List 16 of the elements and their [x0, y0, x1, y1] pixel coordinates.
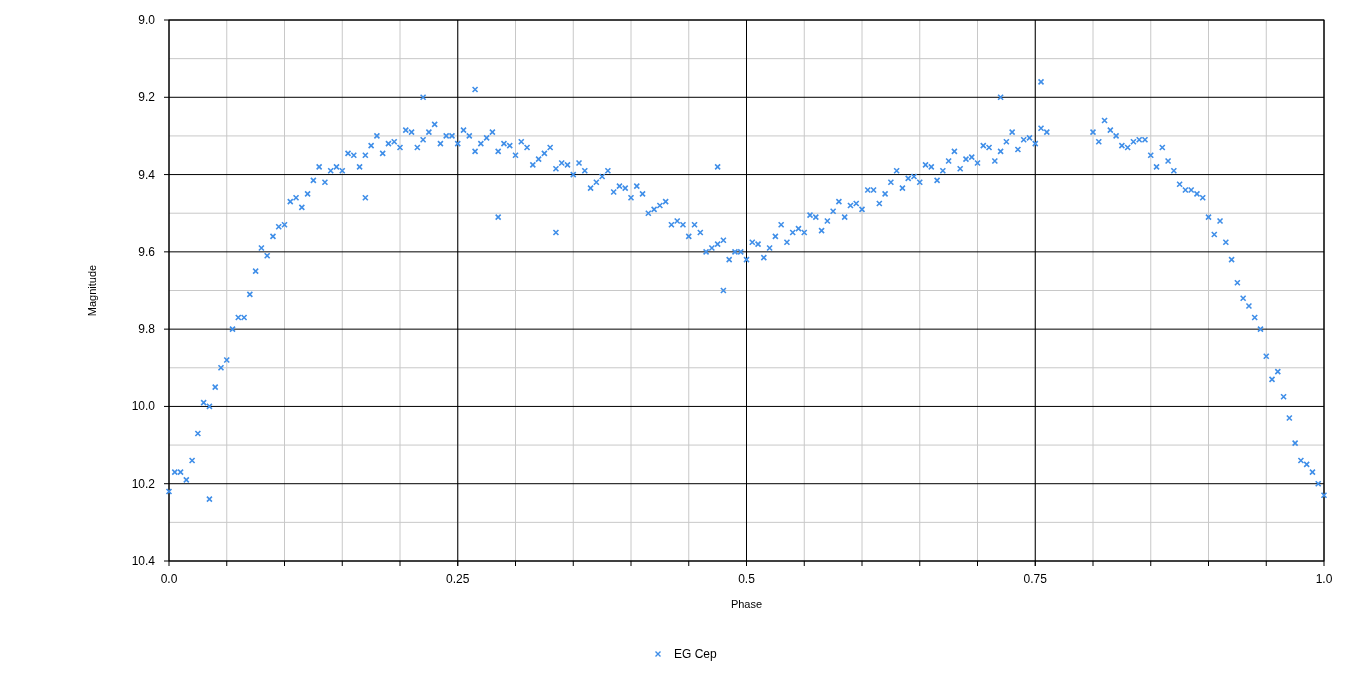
axis-tick-label: 0.0	[160, 572, 178, 586]
axis-tick-label: 0.5	[738, 572, 755, 586]
axis-tick-label: 1.0	[1315, 572, 1333, 586]
x-axis-title: Phase	[730, 598, 763, 610]
axis-tick-label: 0.25	[446, 572, 470, 586]
axis-tick-label: 9.0	[138, 13, 155, 27]
axis-tick-label: 9.8	[138, 322, 155, 337]
axis-tick-label: 9.4	[138, 167, 155, 182]
axis-tick-label: 10.4	[131, 554, 155, 568]
y-axis-title: Magnitude	[86, 264, 98, 317]
axis-tick-label: 0.75	[1023, 572, 1047, 586]
axis-tick-label: 10.2	[131, 476, 155, 491]
axis-tick-label: 9.2	[138, 90, 155, 105]
axis-tick-label: 10.0	[131, 399, 155, 414]
legend-label: EG Cep	[674, 647, 717, 661]
axis-tick-label: 9.6	[138, 244, 155, 259]
